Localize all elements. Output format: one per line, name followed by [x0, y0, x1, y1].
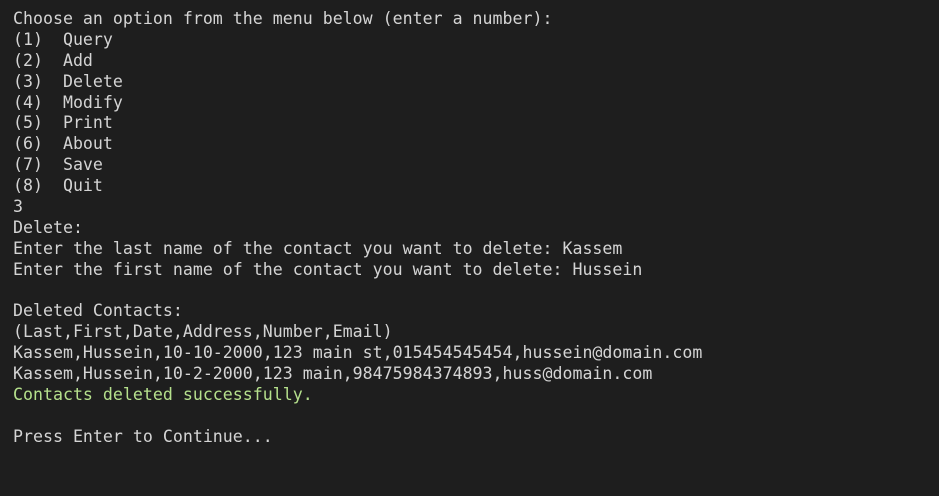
- continue-prompt: Press Enter to Continue...: [13, 426, 273, 446]
- menu-item-add: (2) Add: [13, 50, 93, 70]
- menu-item-modify: (4) Modify: [13, 92, 123, 112]
- menu-item-quit: (8) Quit: [13, 176, 103, 196]
- deleted-contact-row: Kassem,Hussein,10-2-2000,123 main,984759…: [13, 364, 653, 384]
- success-message: Contacts deleted successfully.: [13, 385, 313, 405]
- delete-header: Delete:: [13, 217, 83, 237]
- menu-prompt: Choose an option from the menu below (en…: [13, 9, 553, 28]
- deleted-contact-row: Kassem,Hussein,10-10-2000,123 main st,01…: [13, 343, 703, 363]
- menu-item-delete: (3) Delete: [13, 71, 123, 91]
- deleted-contacts-header: Deleted Contacts:: [13, 301, 183, 321]
- menu-item-query: (1) Query: [13, 29, 113, 49]
- first-name-prompt: Enter the first name of the contact you …: [13, 259, 643, 279]
- terminal-window[interactable]: Choose an option from the menu below (en…: [0, 0, 939, 496]
- menu-item-save: (7) Save: [13, 155, 103, 175]
- menu-item-print: (5) Print: [13, 113, 113, 133]
- columns-line: (Last,First,Date,Address,Number,Email): [13, 322, 393, 342]
- user-choice-input: 3: [13, 197, 23, 217]
- menu-item-about: (6) About: [13, 134, 113, 154]
- last-name-prompt: Enter the last name of the contact you w…: [13, 238, 623, 258]
